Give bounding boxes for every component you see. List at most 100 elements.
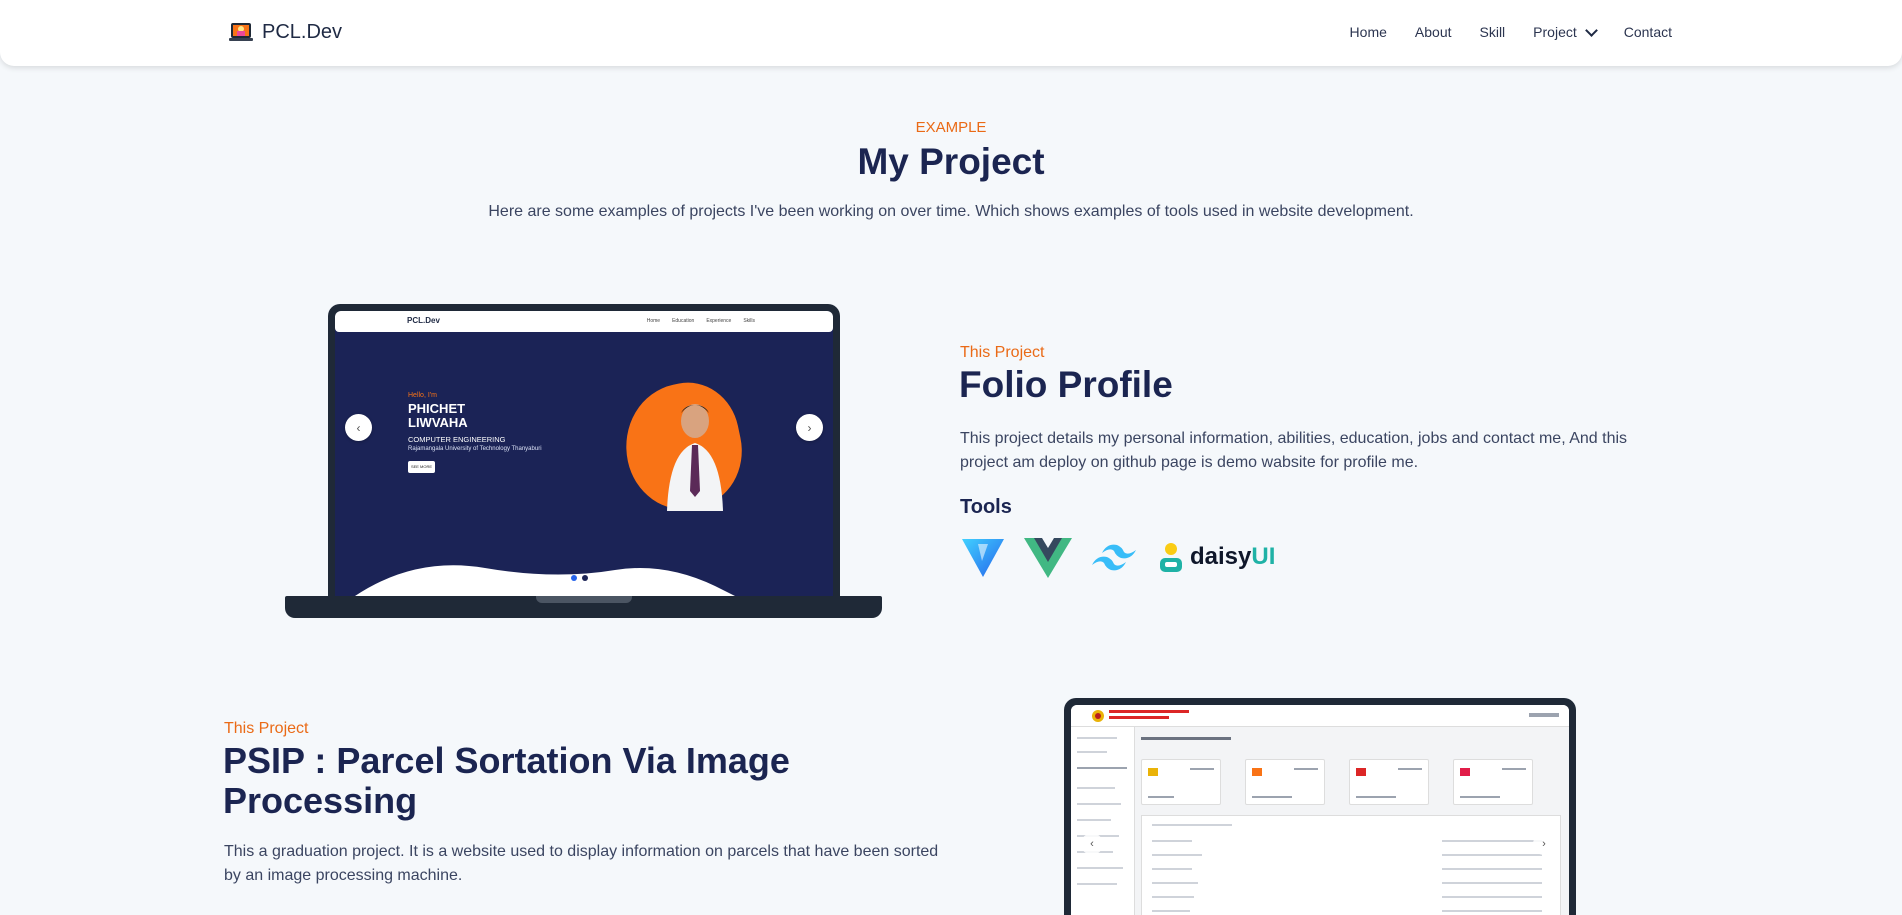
profile-photo bbox=[667, 404, 723, 511]
sidebar-item bbox=[1077, 737, 1117, 739]
project1-carousel: PCL.Dev Home Education Experience Skills… bbox=[335, 311, 833, 596]
preview-subtitle: COMPUTER ENGINEERING bbox=[408, 435, 506, 444]
table-row bbox=[1152, 896, 1194, 898]
preview-link: Experience bbox=[706, 318, 732, 324]
dashboard-table bbox=[1141, 815, 1561, 915]
sidebar-item bbox=[1077, 819, 1111, 821]
stat-label bbox=[1294, 768, 1318, 770]
table-row bbox=[1442, 882, 1542, 884]
carousel-indicators bbox=[571, 575, 588, 581]
table-row bbox=[1442, 868, 1542, 870]
table-header bbox=[1152, 824, 1232, 826]
brand-name: PCL.Dev bbox=[262, 20, 343, 43]
university-seal-icon bbox=[1092, 710, 1104, 722]
table-row bbox=[1152, 910, 1190, 912]
preview-university: Rajamangala University of Technology Tha… bbox=[408, 446, 542, 452]
nav-project-label: Project bbox=[1533, 24, 1577, 40]
page-title: My Project bbox=[857, 141, 1045, 182]
dashboard-title-line bbox=[1109, 710, 1189, 713]
table-row bbox=[1152, 854, 1202, 856]
carousel-prev-button[interactable]: ‹ bbox=[1081, 833, 1103, 855]
chevron-right-icon: › bbox=[1542, 838, 1546, 850]
project1-title: Folio Profile bbox=[959, 364, 1173, 405]
stat-icon bbox=[1148, 768, 1158, 776]
project2-preview-laptop: ‹ › bbox=[1064, 698, 1576, 915]
preview-links: Home Education Experience Skills bbox=[647, 318, 755, 324]
dashboard-title-line bbox=[1109, 716, 1169, 719]
chevron-left-icon: ‹ bbox=[356, 420, 361, 435]
preview-hello: Hello, I'm bbox=[408, 392, 437, 399]
brand[interactable]: PCL.Dev bbox=[228, 19, 342, 45]
tools-heading: Tools bbox=[960, 496, 1012, 518]
stat-label bbox=[1190, 768, 1214, 770]
preview-button: SEE MORE bbox=[408, 461, 435, 473]
user-menu bbox=[1529, 713, 1559, 717]
tools-list: daisyUI bbox=[960, 534, 1275, 580]
stat-icon bbox=[1356, 768, 1366, 776]
table-row bbox=[1152, 882, 1198, 884]
stat-card bbox=[1141, 759, 1221, 805]
sidebar-item bbox=[1077, 867, 1123, 869]
chevron-left-icon: ‹ bbox=[1090, 838, 1094, 850]
dashboard-sidebar bbox=[1071, 727, 1135, 915]
daisyui-wordmark-a: daisy bbox=[1190, 543, 1252, 570]
tailwind-icon bbox=[1092, 544, 1136, 571]
wave-decoration bbox=[355, 565, 735, 596]
nav-project-dropdown[interactable]: Project bbox=[1533, 23, 1598, 40]
table-row bbox=[1442, 854, 1542, 856]
preview-brand: PCL.Dev bbox=[407, 316, 440, 325]
stat-card bbox=[1349, 759, 1429, 805]
preview-link: Skills bbox=[743, 318, 755, 324]
stat-icon bbox=[1460, 768, 1470, 776]
project1-description: This project details my personal informa… bbox=[960, 430, 1628, 471]
carousel-dot-active[interactable] bbox=[571, 575, 577, 581]
nav-about[interactable]: About bbox=[1415, 24, 1452, 40]
sidebar-item bbox=[1077, 787, 1115, 789]
vite-icon bbox=[962, 539, 1004, 577]
stat-icon bbox=[1252, 768, 1262, 776]
navbar: PCL.Dev Home About Skill Project Contact bbox=[0, 0, 1902, 66]
nav-skill[interactable]: Skill bbox=[1480, 24, 1506, 40]
project1-eyebrow: This Project bbox=[960, 344, 1045, 361]
daisyui-logo: daisyUI bbox=[1158, 540, 1275, 574]
chevron-right-icon: › bbox=[807, 420, 812, 435]
sidebar-item bbox=[1077, 883, 1117, 885]
stat-card bbox=[1245, 759, 1325, 805]
carousel-prev-button[interactable]: ‹ bbox=[345, 414, 372, 441]
laptop-notch bbox=[536, 596, 632, 603]
stat-card bbox=[1453, 759, 1533, 805]
carousel-next-button[interactable]: › bbox=[796, 414, 823, 441]
carousel-dot[interactable] bbox=[582, 575, 588, 581]
preview-name: PHICHET LIWVAHA bbox=[408, 401, 468, 430]
sidebar-item bbox=[1077, 767, 1127, 769]
daisyui-icon bbox=[1160, 543, 1182, 572]
stat-label bbox=[1398, 768, 1422, 770]
page-description: Here are some examples of projects I've … bbox=[488, 203, 1414, 220]
project1-preview-laptop: PCL.Dev Home Education Experience Skills… bbox=[285, 304, 882, 619]
table-row bbox=[1442, 910, 1542, 912]
nav-contact[interactable]: Contact bbox=[1624, 24, 1672, 40]
table-row bbox=[1152, 840, 1192, 842]
dashboard-topbar bbox=[1071, 705, 1569, 727]
preview-link: Home bbox=[646, 318, 661, 324]
daisyui-wordmark: daisyUI bbox=[1190, 543, 1275, 571]
preview-navbar: PCL.Dev Home Education Experience Skills bbox=[335, 311, 833, 332]
project2-description: This a graduation project. It is a websi… bbox=[224, 843, 939, 884]
stat-footer bbox=[1252, 796, 1292, 798]
sidebar-item bbox=[1077, 803, 1121, 805]
table-row bbox=[1442, 840, 1542, 842]
carousel-next-button[interactable]: › bbox=[1533, 833, 1555, 855]
preview-link: Education bbox=[672, 318, 695, 324]
laptop-screen-frame: PCL.Dev Home Education Experience Skills… bbox=[328, 304, 840, 596]
laptop-logo-icon bbox=[229, 23, 253, 41]
stat-label bbox=[1502, 768, 1526, 770]
table-row bbox=[1152, 868, 1192, 870]
vue-icon bbox=[1024, 538, 1072, 578]
dashboard-heading bbox=[1141, 737, 1231, 740]
nav-home[interactable]: Home bbox=[1350, 24, 1387, 40]
table-row bbox=[1442, 896, 1542, 898]
daisyui-wordmark-b: UI bbox=[1251, 543, 1276, 570]
project2-carousel: ‹ › bbox=[1071, 705, 1569, 915]
stat-footer bbox=[1356, 796, 1396, 798]
laptop-base bbox=[285, 596, 882, 618]
